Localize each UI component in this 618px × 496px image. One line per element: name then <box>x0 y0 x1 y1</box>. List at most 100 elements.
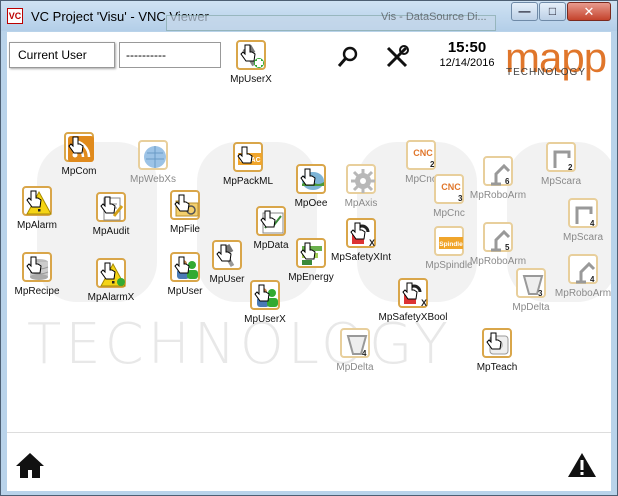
warning-icon <box>22 186 52 216</box>
tile-mpalarm[interactable]: MpAlarm <box>7 186 73 231</box>
tile-label: MpAxis <box>344 198 378 209</box>
close-icon: ✕ <box>583 4 595 19</box>
tile-mpuserx[interactable]: MpUserX <box>229 280 301 325</box>
scara2-icon: 2 <box>546 142 576 172</box>
tile-label: MpRecipe <box>14 286 60 297</box>
tile-mproboarm[interactable]: 5 MpRoboArm <box>462 222 534 267</box>
database-icon <box>22 252 52 282</box>
mpuserx-header-button[interactable]: MpUserX <box>215 40 287 85</box>
svg-text:4: 4 <box>362 349 367 358</box>
tile-label: MpCom <box>61 166 97 177</box>
hand-pointer-icon <box>100 262 116 280</box>
tile-mpscara[interactable]: 4 MpScara <box>547 198 611 243</box>
svg-text:X: X <box>421 298 427 308</box>
maximize-icon: □ <box>548 4 557 18</box>
tile-label: MpWebXs <box>130 174 176 185</box>
omac-icon: OMAC <box>233 142 263 172</box>
home-icon[interactable] <box>15 451 45 479</box>
audit-icon <box>96 192 126 222</box>
svg-text:3: 3 <box>538 289 543 298</box>
tools-icon[interactable] <box>385 45 409 69</box>
tile-label: MpAlarmX <box>87 292 135 303</box>
tile-mpuser[interactable]: MpUser <box>191 240 263 285</box>
hand-pointer-icon <box>240 44 256 62</box>
hand-pointer-icon <box>26 190 42 208</box>
tile-mpfile[interactable]: MpFile <box>149 190 221 235</box>
tile-label: MpRoboArm <box>554 288 611 299</box>
tile-label: MpUserX <box>230 74 272 85</box>
tile-label: MpRoboArm <box>469 256 527 267</box>
tile-mpalarmx[interactable]: MpAlarmX <box>75 258 147 303</box>
gear-icon <box>346 164 376 194</box>
hand-pointer-icon <box>260 210 276 228</box>
background-window-title: Vis - DataSource Di... <box>381 11 487 23</box>
tile-label: MpDelta <box>336 362 374 373</box>
tile-label: MpScara <box>540 176 581 187</box>
clock-time: 15:50 <box>447 39 487 56</box>
vnc-app-icon: VC <box>7 8 23 24</box>
hand-pointer-icon <box>216 244 232 262</box>
tile-mpwebxs[interactable]: MpWebXs <box>117 140 189 185</box>
footer-bar <box>7 432 611 491</box>
tile-mproboarm[interactable]: 4 MpRoboArm <box>547 254 611 299</box>
tile-mpsafetyxbool[interactable]: X MpSafetyXBool <box>377 278 449 323</box>
hand-pointer-icon <box>174 256 190 274</box>
tile-label: MpScara <box>562 232 603 243</box>
tile-label: MpSafetyXBool <box>378 312 448 323</box>
hand-pointer-icon <box>68 136 84 154</box>
svg-text:4: 4 <box>590 219 595 228</box>
hand-pointer-icon <box>174 194 190 212</box>
tile-label: MpFile <box>169 224 200 235</box>
search-icon[interactable] <box>337 46 359 68</box>
vnc-window: VC VC Project 'Visu' - VNC Viewer Vis - … <box>0 0 618 496</box>
clock-date: 12/14/2016 <box>439 57 495 69</box>
svg-text:Spindle: Spindle <box>439 241 463 248</box>
spindle-icon: Spindle <box>434 226 464 256</box>
warning-icon[interactable] <box>567 451 597 479</box>
minimize-button[interactable]: — <box>511 2 538 21</box>
roboarm5-icon: 5 <box>483 222 513 252</box>
hand-pointer-icon <box>254 284 270 302</box>
landscape-icon <box>296 164 326 194</box>
svg-text:3: 3 <box>458 194 463 203</box>
tile-label: MpTeach <box>476 362 518 373</box>
tile-label: MpUserX <box>244 314 286 325</box>
svg-text:2: 2 <box>568 163 573 172</box>
tile-mpteach[interactable]: MpTeach <box>461 328 533 373</box>
safety-icon: X <box>346 218 376 248</box>
svg-text:5: 5 <box>505 243 510 252</box>
hand-pointer-icon <box>300 242 316 260</box>
mapp-logo-subtitle: TECHNOLOGY <box>506 67 587 78</box>
title-bar[interactable]: VC VC Project 'Visu' - VNC Viewer Vis - … <box>1 1 617 31</box>
minimize-icon: — <box>518 4 531 18</box>
hand-pointer-icon <box>26 256 42 274</box>
tile-mpaudit[interactable]: MpAudit <box>75 192 147 237</box>
hand-pointer-icon <box>237 146 253 164</box>
tile-label: MpDelta <box>512 302 550 313</box>
globe-icon <box>138 140 168 170</box>
hand-pointer-icon <box>100 196 116 214</box>
tile-label: MpPackML <box>222 176 273 187</box>
hand-pointer-icon <box>402 282 418 300</box>
current-user-value: ---------- <box>119 42 221 68</box>
tile-mpenergy[interactable]: MpEnergy <box>275 238 347 283</box>
current-user-label: Current User <box>9 42 115 68</box>
svg-text:X: X <box>369 238 375 248</box>
tile-label: MpCnc <box>433 208 465 219</box>
user-key-icon <box>212 240 242 270</box>
tile-mppackml[interactable]: OMAC MpPackML <box>212 142 284 187</box>
energy-icon <box>296 238 326 268</box>
hand-pointer-icon <box>350 222 366 240</box>
tile-mpdelta[interactable]: 4 MpDelta <box>319 328 391 373</box>
delta3-icon: 3 <box>516 268 546 298</box>
svg-text:4: 4 <box>590 275 595 284</box>
tile-mpcnc[interactable]: CNC 3 MpCnc <box>413 174 485 219</box>
tile-mpscara[interactable]: 2 MpScara <box>525 142 597 187</box>
tile-mpcom[interactable]: MpCom <box>43 132 115 177</box>
svg-text:2: 2 <box>430 160 435 169</box>
tile-mprecipe[interactable]: MpRecipe <box>7 252 73 297</box>
teach-icon <box>482 328 512 358</box>
maximize-button[interactable]: □ <box>539 2 566 21</box>
close-button[interactable]: ✕ <box>567 2 611 21</box>
hand-pointer-icon <box>300 168 316 186</box>
